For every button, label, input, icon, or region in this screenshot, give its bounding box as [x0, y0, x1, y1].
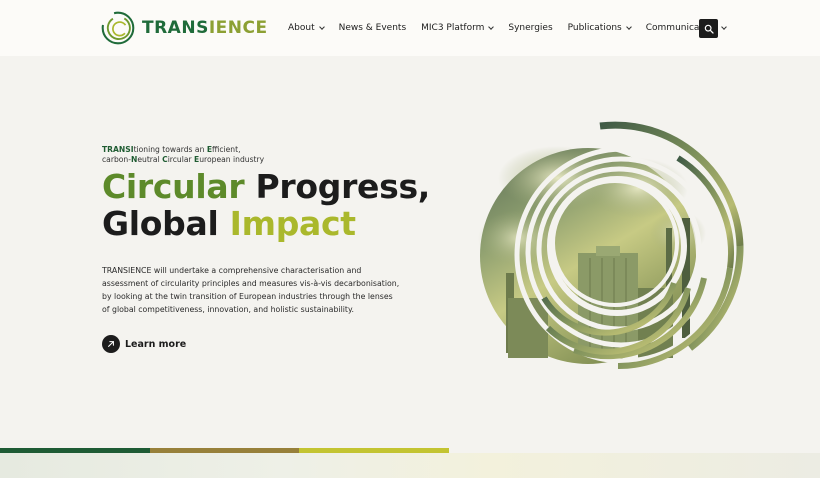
arrow-up-right-icon: [102, 335, 120, 353]
tagline-line1: TRANSItioning towards an Efficient,: [102, 145, 241, 154]
nav-item-news-events[interactable]: News & Events: [339, 23, 407, 33]
site-logo[interactable]: TRANSIENCE: [101, 11, 268, 45]
nav-item-synergies[interactable]: Synergies: [508, 23, 552, 33]
chevron-down-icon: [720, 24, 727, 30]
hero-tagline: TRANSItioning towards an Efficient, carb…: [102, 145, 264, 165]
logo-swirl-icon: [101, 11, 135, 45]
nav-item-mic3-platform[interactable]: MIC3 Platform: [421, 23, 495, 33]
chevron-down-icon: [488, 24, 495, 30]
hero-industrial-graphic: [478, 121, 744, 370]
chevron-down-icon: [318, 24, 325, 30]
headline-line1: Circular Progress,: [102, 167, 431, 206]
learn-more-button[interactable]: Learn more: [102, 335, 186, 353]
site-header: TRANSIENCE About News & Events MIC3 Plat…: [0, 0, 820, 56]
learn-more-label: Learn more: [125, 338, 187, 350]
logo-wordmark: TRANSIENCE: [142, 17, 268, 38]
search-icon: [704, 24, 714, 34]
nav-item-publications[interactable]: Publications: [568, 23, 632, 33]
hero-headline: Circular Progress, Global Impact: [102, 168, 430, 242]
chevron-down-icon: [625, 24, 632, 30]
headline-line2: Global Impact: [102, 204, 356, 243]
next-section-band: [0, 453, 820, 478]
main-nav: About News & Events MIC3 Platform Synerg…: [288, 0, 741, 56]
nav-item-about[interactable]: About: [288, 23, 325, 33]
tagline-line2: carbon-Neutral Circular European industr…: [102, 155, 265, 164]
search-button[interactable]: [699, 19, 718, 38]
hero-description: TRANSIENCE will undertake a comprehensiv…: [102, 266, 400, 314]
